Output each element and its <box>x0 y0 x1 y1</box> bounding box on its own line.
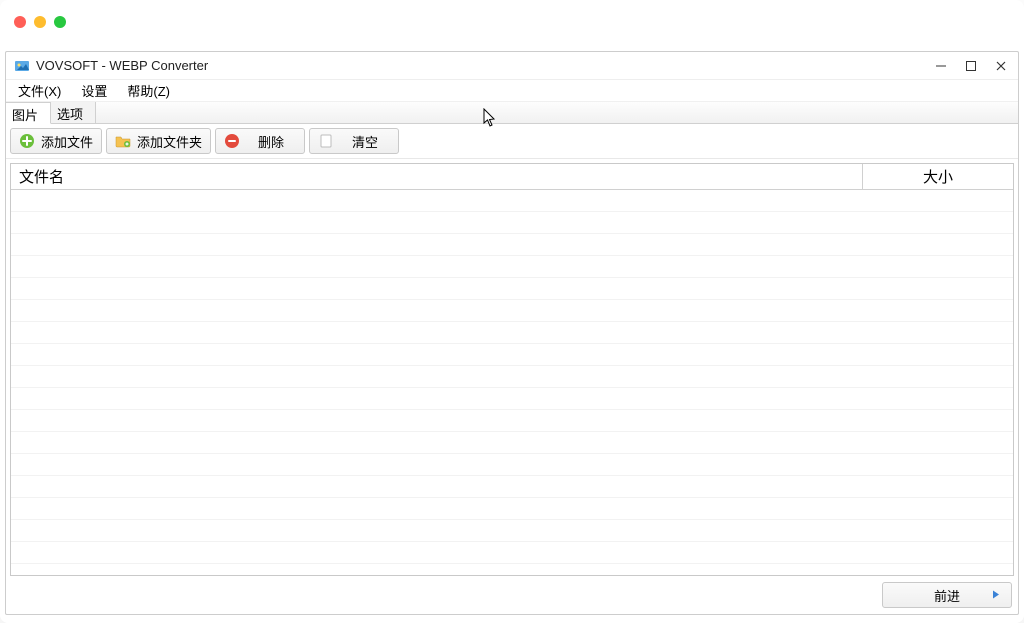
menu-help[interactable]: 帮助(Z) <box>119 80 178 101</box>
add-file-label: 添加文件 <box>41 132 93 151</box>
menu-settings[interactable]: 设置 <box>73 80 115 101</box>
win-minimize-button[interactable] <box>934 59 948 73</box>
win-maximize-button[interactable] <box>964 59 978 73</box>
plus-icon <box>19 133 35 149</box>
table-row <box>11 542 1013 564</box>
forward-label: 前进 <box>934 586 960 605</box>
win-close-button[interactable] <box>994 59 1008 73</box>
mac-window: VOVSOFT - WEBP Converter 文件(X) 设置 帮助(Z) <box>0 0 1024 623</box>
clear-button[interactable]: 清空 <box>309 128 399 154</box>
clear-label: 清空 <box>340 132 390 151</box>
file-table: 文件名 大小 <box>10 163 1014 576</box>
table-row <box>11 432 1013 454</box>
table-row <box>11 278 1013 300</box>
toolbar: 添加文件 添加文件夹 删除 <box>6 124 1018 159</box>
tab-options[interactable]: 选项 <box>51 102 96 123</box>
mac-close-button[interactable] <box>14 16 26 28</box>
footer: 前进 <box>6 576 1018 614</box>
minus-icon <box>224 133 240 149</box>
document-icon <box>318 133 334 149</box>
table-header: 文件名 大小 <box>11 164 1013 190</box>
tab-image-label: 图片 <box>12 105 38 124</box>
forward-button[interactable]: 前进 <box>882 582 1012 608</box>
tab-options-label: 选项 <box>57 104 83 123</box>
delete-button[interactable]: 删除 <box>215 128 305 154</box>
folder-plus-icon <box>115 133 131 149</box>
delete-label: 删除 <box>246 132 296 151</box>
tab-bar: 图片 选项 <box>6 102 1018 124</box>
add-file-button[interactable]: 添加文件 <box>10 128 102 154</box>
app-window: VOVSOFT - WEBP Converter 文件(X) 设置 帮助(Z) <box>5 51 1019 615</box>
table-row <box>11 256 1013 278</box>
win-titlebar: VOVSOFT - WEBP Converter <box>6 52 1018 80</box>
play-icon <box>991 588 1001 603</box>
table-row <box>11 498 1013 520</box>
column-filename[interactable]: 文件名 <box>11 164 863 189</box>
table-row <box>11 300 1013 322</box>
menubar: 文件(X) 设置 帮助(Z) <box>6 80 1018 102</box>
add-folder-button[interactable]: 添加文件夹 <box>106 128 211 154</box>
table-row <box>11 454 1013 476</box>
win-controls <box>934 59 1010 73</box>
app-icon <box>14 58 30 74</box>
table-body[interactable] <box>11 190 1013 575</box>
table-row <box>11 476 1013 498</box>
table-row <box>11 322 1013 344</box>
column-size[interactable]: 大小 <box>863 164 1013 189</box>
table-row <box>11 410 1013 432</box>
table-row <box>11 212 1013 234</box>
table-row <box>11 190 1013 212</box>
menu-file[interactable]: 文件(X) <box>10 80 69 101</box>
window-title: VOVSOFT - WEBP Converter <box>36 58 934 73</box>
table-row <box>11 234 1013 256</box>
table-row <box>11 344 1013 366</box>
tab-image[interactable]: 图片 <box>6 102 51 124</box>
table-row <box>11 366 1013 388</box>
table-row <box>11 388 1013 410</box>
mac-minimize-button[interactable] <box>34 16 46 28</box>
add-folder-label: 添加文件夹 <box>137 132 202 151</box>
mac-titlebar <box>0 0 1024 48</box>
table-row <box>11 520 1013 542</box>
mac-zoom-button[interactable] <box>54 16 66 28</box>
